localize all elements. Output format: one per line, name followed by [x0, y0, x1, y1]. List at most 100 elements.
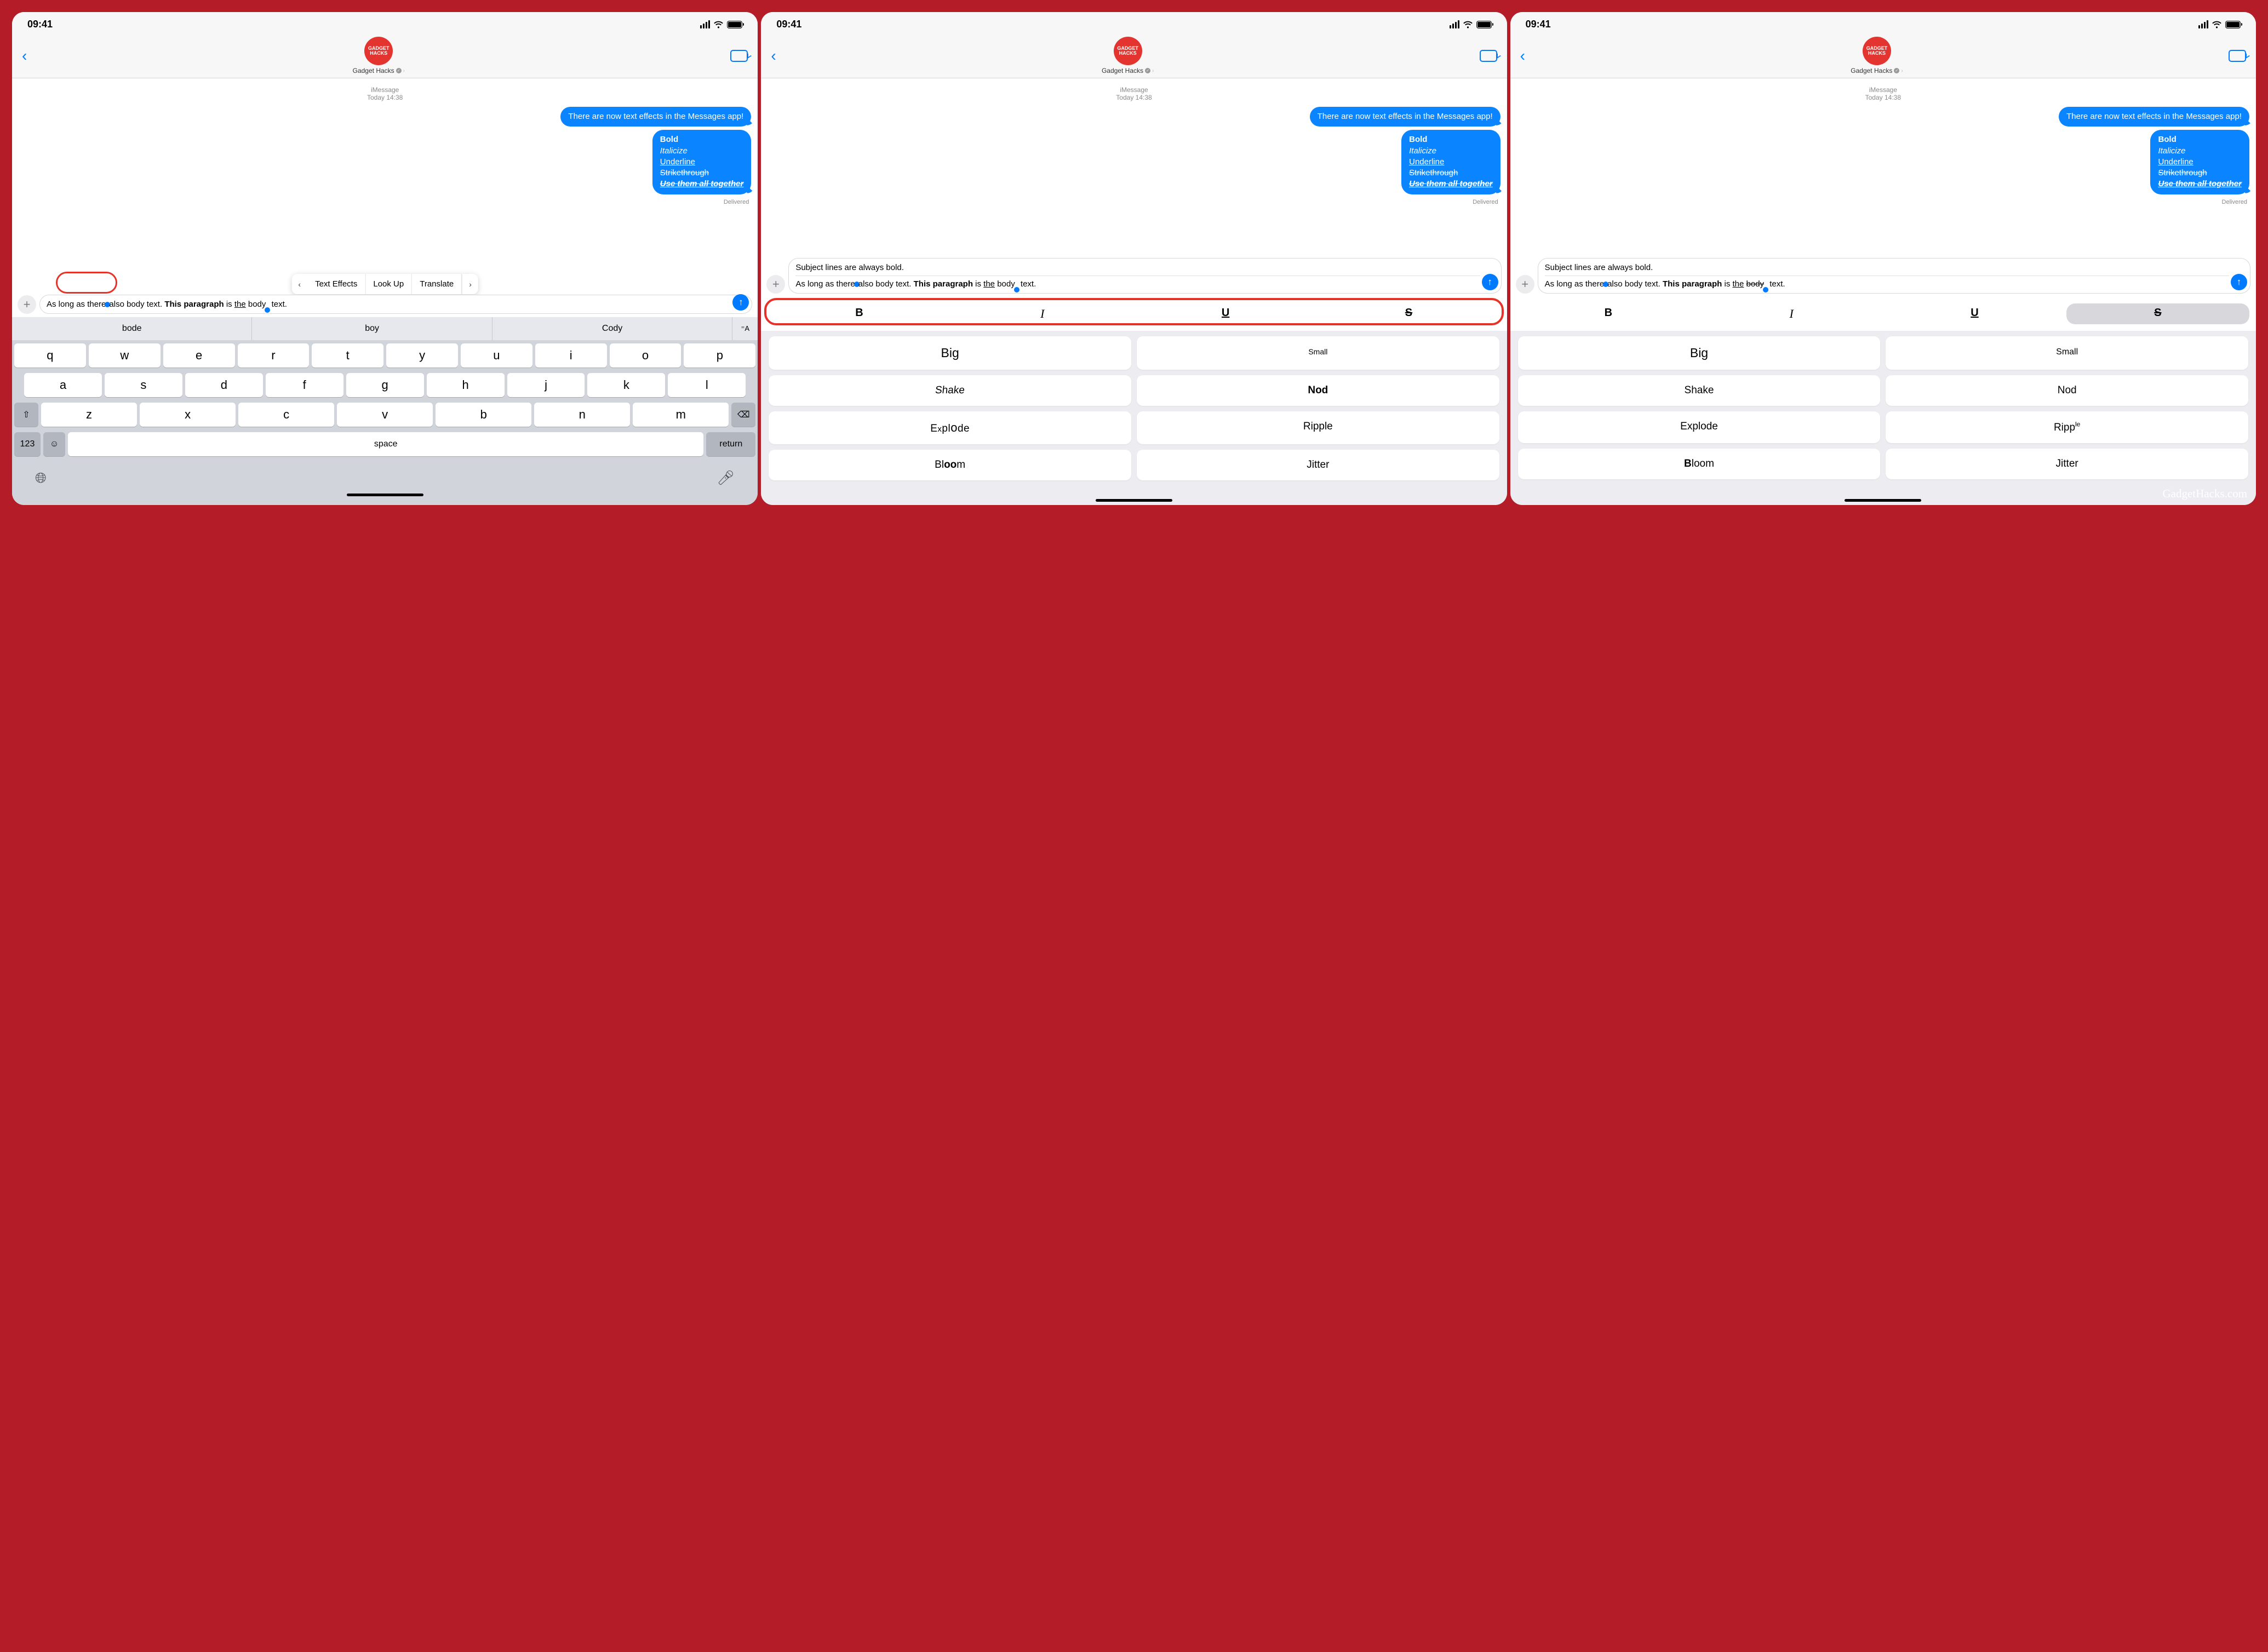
bold-button[interactable]: B: [1517, 303, 1700, 324]
key-k[interactable]: k: [587, 373, 665, 397]
suggestion-1[interactable]: bode: [12, 317, 252, 340]
selection-handle-end[interactable]: [1763, 287, 1768, 292]
message-input[interactable]: Subject lines are always bold. As long a…: [1538, 258, 2250, 294]
key-i[interactable]: i: [535, 343, 607, 368]
message-bubble-2[interactable]: Bold Italicize Underline Strikethrough U…: [652, 130, 752, 194]
contact-header[interactable]: GADGETHACKS Gadget Hacks›: [353, 37, 405, 74]
key-o[interactable]: o: [610, 343, 681, 368]
home-indicator[interactable]: [1845, 499, 1921, 502]
underline-button[interactable]: U: [1134, 303, 1317, 324]
facetime-button[interactable]: [2229, 50, 2246, 62]
key-c[interactable]: c: [238, 403, 334, 427]
effect-nod[interactable]: Nod: [1886, 375, 2248, 406]
globe-icon[interactable]: 🌐︎: [35, 469, 47, 487]
key-p[interactable]: p: [684, 343, 755, 368]
key-h[interactable]: h: [427, 373, 505, 397]
callout-prev[interactable]: ‹: [291, 274, 307, 294]
effect-small[interactable]: Small: [1137, 336, 1499, 370]
subject-field[interactable]: Subject lines are always bold.: [1545, 263, 2229, 272]
strikethrough-button[interactable]: S: [1317, 303, 1500, 324]
back-button[interactable]: ‹: [22, 47, 27, 65]
suggestion-3[interactable]: Cody: [492, 317, 732, 340]
space-key[interactable]: space: [68, 432, 703, 456]
message-input[interactable]: Subject lines are always bold. As long a…: [788, 258, 1501, 294]
message-bubble-1[interactable]: There are now text effects in the Messag…: [2059, 107, 2249, 127]
key-v[interactable]: v: [337, 403, 433, 427]
callout-next[interactable]: ›: [462, 274, 478, 294]
facetime-button[interactable]: [730, 50, 748, 62]
return-key[interactable]: return: [706, 432, 755, 456]
effect-explode[interactable]: Explode: [769, 411, 1131, 444]
facetime-button[interactable]: [1480, 50, 1497, 62]
selection-handle-end[interactable]: [265, 307, 270, 313]
callout-text-effects[interactable]: Text Effects: [307, 274, 365, 294]
key-e[interactable]: e: [163, 343, 235, 368]
contact-header[interactable]: GADGETHACKS Gadget Hacks›: [1851, 37, 1903, 74]
home-indicator[interactable]: [347, 494, 423, 496]
plus-button[interactable]: +: [766, 275, 785, 294]
effect-shake[interactable]: Shake: [1518, 375, 1881, 406]
callout-translate[interactable]: Translate: [412, 274, 462, 294]
effect-big[interactable]: Big: [769, 336, 1131, 370]
text-format-icon[interactable]: ⁼A: [732, 317, 758, 340]
underline-button[interactable]: U: [1883, 303, 2066, 324]
send-button[interactable]: ↑: [732, 294, 749, 311]
plus-button[interactable]: +: [18, 295, 36, 314]
shift-key[interactable]: ⇧: [14, 403, 38, 427]
italic-button[interactable]: I: [951, 303, 1134, 324]
italic-button[interactable]: I: [1700, 303, 1883, 324]
key-d[interactable]: d: [185, 373, 263, 397]
effect-bloom[interactable]: Bloom: [1518, 449, 1881, 479]
key-y[interactable]: y: [386, 343, 458, 368]
effect-ripple[interactable]: Ripple: [1137, 411, 1499, 444]
key-a[interactable]: a: [24, 373, 102, 397]
key-n[interactable]: n: [534, 403, 630, 427]
effect-explode[interactable]: Explode: [1518, 411, 1881, 443]
backspace-key[interactable]: ⌫: [731, 403, 755, 427]
key-w[interactable]: w: [89, 343, 161, 368]
key-m[interactable]: m: [633, 403, 729, 427]
callout-look-up[interactable]: Look Up: [365, 274, 412, 294]
suggestion-2[interactable]: boy: [252, 317, 492, 340]
selection-handle-end[interactable]: [1014, 287, 1020, 292]
back-button[interactable]: ‹: [1520, 47, 1525, 65]
key-z[interactable]: z: [41, 403, 137, 427]
key-r[interactable]: r: [238, 343, 310, 368]
effect-ripple[interactable]: Ripple: [1886, 411, 2248, 443]
contact-header[interactable]: GADGETHACKS Gadget Hacks›: [1102, 37, 1154, 74]
effect-jitter[interactable]: Jitter: [1137, 450, 1499, 480]
message-bubble-2[interactable]: Bold Italicize Underline Strikethrough U…: [1401, 130, 1500, 194]
effect-small[interactable]: Small: [1886, 336, 2248, 370]
message-bubble-1[interactable]: There are now text effects in the Messag…: [560, 107, 751, 127]
mic-icon[interactable]: 🎤︎: [717, 469, 735, 487]
key-g[interactable]: g: [346, 373, 424, 397]
effect-nod[interactable]: Nod: [1137, 375, 1499, 406]
send-button[interactable]: ↑: [2231, 274, 2247, 290]
send-button[interactable]: ↑: [1482, 274, 1498, 290]
key-q[interactable]: q: [14, 343, 86, 368]
strikethrough-button[interactable]: S: [2066, 303, 2249, 324]
message-bubble-1[interactable]: There are now text effects in the Messag…: [1310, 107, 1500, 127]
key-f[interactable]: f: [266, 373, 343, 397]
key-j[interactable]: j: [507, 373, 585, 397]
key-l[interactable]: l: [668, 373, 746, 397]
key-x[interactable]: x: [140, 403, 236, 427]
home-indicator[interactable]: [1096, 499, 1172, 502]
numbers-key[interactable]: 123: [14, 432, 41, 456]
effect-jitter[interactable]: Jitter: [1886, 449, 2248, 479]
emoji-key[interactable]: ☺: [43, 432, 65, 456]
text-effects-panel: Big Small Shake Nod Explode Ripple Bloom…: [761, 331, 1507, 505]
key-t[interactable]: t: [312, 343, 383, 368]
message-input[interactable]: As long as therealso body text. This par…: [39, 295, 752, 314]
key-u[interactable]: u: [461, 343, 532, 368]
message-bubble-2[interactable]: Bold Italicize Underline Strikethrough U…: [2150, 130, 2249, 194]
subject-field[interactable]: Subject lines are always bold.: [795, 263, 1480, 272]
bold-button[interactable]: B: [768, 303, 950, 324]
effect-bloom[interactable]: Bloom: [769, 450, 1131, 480]
effect-shake[interactable]: Shake: [769, 375, 1131, 406]
plus-button[interactable]: +: [1516, 275, 1534, 294]
back-button[interactable]: ‹: [771, 47, 776, 65]
key-b[interactable]: b: [436, 403, 531, 427]
effect-big[interactable]: Big: [1518, 336, 1881, 370]
key-s[interactable]: s: [105, 373, 182, 397]
